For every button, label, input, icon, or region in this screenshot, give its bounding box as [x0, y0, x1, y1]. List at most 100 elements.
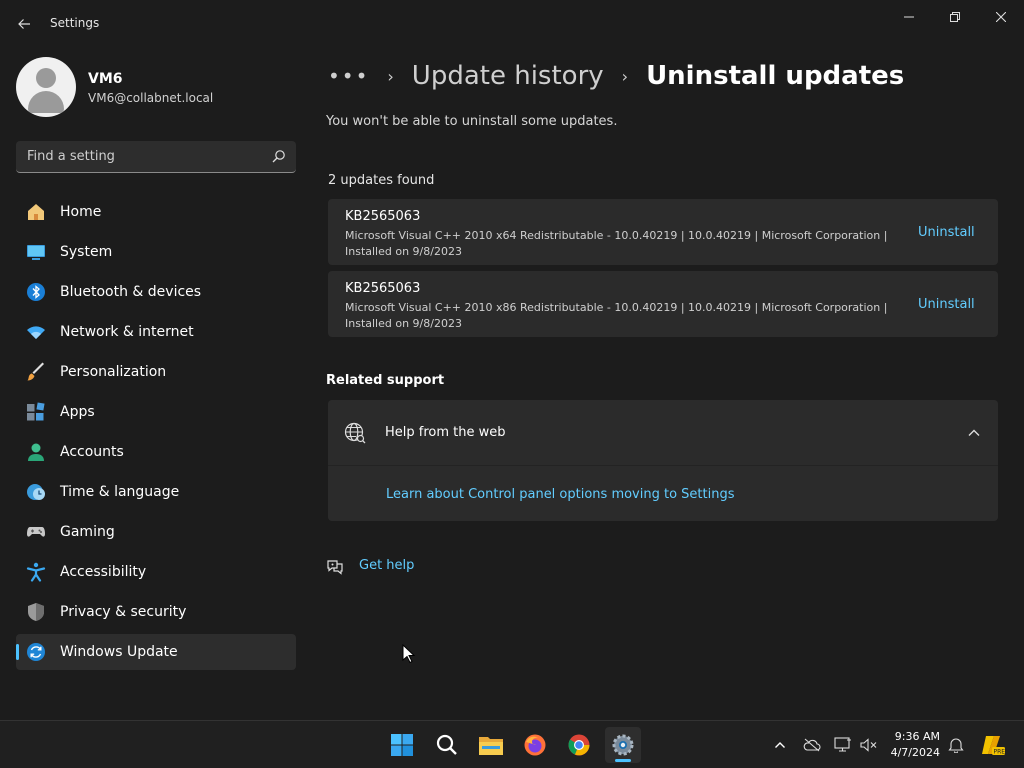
sidebar-item-gaming[interactable]: Gaming — [16, 514, 296, 550]
restore-button[interactable] — [932, 4, 978, 30]
apps-icon — [27, 402, 45, 421]
avatar — [16, 57, 76, 117]
sidebar-item-label: Apps — [60, 404, 95, 420]
chrome-icon — [568, 734, 590, 756]
sidebar-item-privacy[interactable]: Privacy & security — [16, 594, 296, 630]
taskbar-settings[interactable] — [605, 727, 641, 763]
minimize-icon — [904, 16, 914, 18]
sidebar-item-time-language[interactable]: Time & language — [16, 474, 296, 510]
file-explorer-icon — [479, 737, 503, 755]
breadcrumb: ••• › Update history › Uninstall updates — [328, 58, 904, 94]
title-bar: Settings — [0, 0, 1024, 48]
search-box — [16, 141, 296, 173]
get-help-link[interactable]: Get help — [359, 558, 414, 573]
breadcrumb-update-history[interactable]: Update history — [412, 61, 604, 91]
close-button[interactable] — [978, 4, 1024, 30]
system-icon — [27, 245, 45, 260]
breadcrumb-more-button[interactable]: ••• — [328, 64, 369, 88]
start-icon — [391, 734, 413, 756]
taskbar-clock[interactable]: 9:36 AM 4/7/2024 — [880, 729, 940, 761]
back-arrow-icon — [18, 19, 30, 29]
taskbar-search-button[interactable] — [429, 727, 465, 763]
gamepad-icon — [27, 527, 45, 537]
profile-name: VM6 — [88, 71, 123, 87]
sidebar-item-label: Accessibility — [60, 564, 147, 580]
page-subtitle: You won't be able to uninstall some upda… — [326, 114, 618, 129]
firefox-icon — [524, 734, 546, 756]
copilot-pre-icon: PRE — [982, 736, 1005, 756]
cloud-off-icon — [803, 738, 821, 752]
sidebar-item-label: Time & language — [60, 484, 180, 500]
wifi-icon — [27, 326, 45, 339]
accounts-icon — [28, 443, 44, 461]
search-icon[interactable] — [272, 149, 286, 163]
help-from-web-panel: Help from the web Learn about Control pa… — [328, 400, 998, 521]
bluetooth-icon — [27, 283, 45, 301]
taskbar-firefox[interactable] — [517, 727, 553, 763]
search-icon — [436, 734, 457, 755]
help-from-web-title: Help from the web — [385, 425, 506, 440]
update-card: KB2565063 Microsoft Visual C++ 2010 x64 … — [328, 199, 998, 265]
update-card: KB2565063 Microsoft Visual C++ 2010 x86 … — [328, 271, 998, 337]
network-icon — [834, 737, 851, 752]
chevron-up-icon[interactable] — [966, 425, 982, 441]
home-icon — [28, 204, 44, 220]
minimize-button[interactable] — [886, 4, 932, 30]
show-hidden-icons-button[interactable] — [770, 735, 790, 755]
time-language-icon — [27, 484, 45, 500]
sidebar-item-bluetooth[interactable]: Bluetooth & devices — [16, 274, 296, 310]
sidebar-item-label: Home — [60, 204, 102, 220]
uninstall-button[interactable]: Uninstall — [918, 225, 975, 240]
close-icon — [996, 12, 1006, 22]
start-button[interactable] — [384, 727, 420, 763]
update-detail: Microsoft Visual C++ 2010 x86 Redistribu… — [345, 301, 888, 330]
onedrive-tray-button[interactable] — [802, 735, 822, 755]
volume-muted-icon — [860, 738, 877, 752]
sidebar-item-system[interactable]: System — [16, 234, 296, 270]
sidebar-item-personalization[interactable]: Personalization — [16, 354, 296, 390]
user-profile[interactable]: VM6 VM6@collabnet.local — [16, 57, 296, 117]
notifications-button[interactable] — [946, 735, 966, 755]
clock-date: 4/7/2024 — [890, 746, 940, 759]
sidebar-item-windows-update[interactable]: Windows Update — [16, 634, 296, 670]
update-detail: Microsoft Visual C++ 2010 x64 Redistribu… — [345, 229, 888, 258]
sidebar-item-label: Gaming — [60, 524, 115, 540]
sidebar-item-label: Network & internet — [60, 324, 194, 340]
volume-tray-button[interactable] — [859, 735, 879, 755]
sidebar-item-label: Accounts — [60, 444, 124, 460]
taskbar: 9:36 AM 4/7/2024 PRE — [0, 720, 1024, 768]
sidebar-item-label: Privacy & security — [60, 604, 187, 620]
get-help-icon — [327, 560, 343, 575]
sidebar-item-network[interactable]: Network & internet — [16, 314, 296, 350]
update-kb: KB2565063 — [345, 209, 421, 224]
sidebar-item-apps[interactable]: Apps — [16, 394, 296, 430]
shield-icon — [28, 603, 44, 621]
network-tray-button[interactable] — [833, 735, 853, 755]
control-panel-link[interactable]: Learn about Control panel options moving… — [386, 487, 735, 502]
sidebar-item-accounts[interactable]: Accounts — [16, 434, 296, 470]
search-input[interactable] — [16, 141, 266, 171]
back-button[interactable] — [12, 12, 36, 36]
related-support-heading: Related support — [326, 373, 445, 388]
chevron-up-icon — [775, 742, 785, 748]
clock-time: 9:36 AM — [894, 730, 940, 743]
accessibility-icon — [26, 562, 46, 582]
chevron-right-icon: › — [621, 66, 629, 86]
chevron-right-icon: › — [387, 66, 394, 86]
uninstall-button[interactable]: Uninstall — [918, 297, 975, 312]
globe-icon — [344, 422, 366, 444]
sidebar-item-home[interactable]: Home — [16, 194, 296, 230]
sidebar-item-accessibility[interactable]: Accessibility — [16, 554, 296, 590]
page-title: Uninstall updates — [646, 61, 905, 91]
taskbar-file-explorer[interactable] — [473, 727, 509, 763]
sidebar-item-label: Personalization — [60, 364, 167, 380]
windows-update-icon — [27, 643, 45, 661]
help-from-web-header[interactable]: Help from the web — [328, 400, 998, 465]
taskbar-chrome[interactable] — [561, 727, 597, 763]
update-kb: KB2565063 — [345, 281, 421, 296]
settings-icon — [612, 734, 634, 756]
copilot-button[interactable]: PRE — [980, 735, 1006, 756]
help-from-web-content: Learn about Control panel options moving… — [328, 466, 998, 521]
sidebar-item-label: Windows Update — [60, 644, 178, 660]
brush-icon — [27, 362, 44, 381]
